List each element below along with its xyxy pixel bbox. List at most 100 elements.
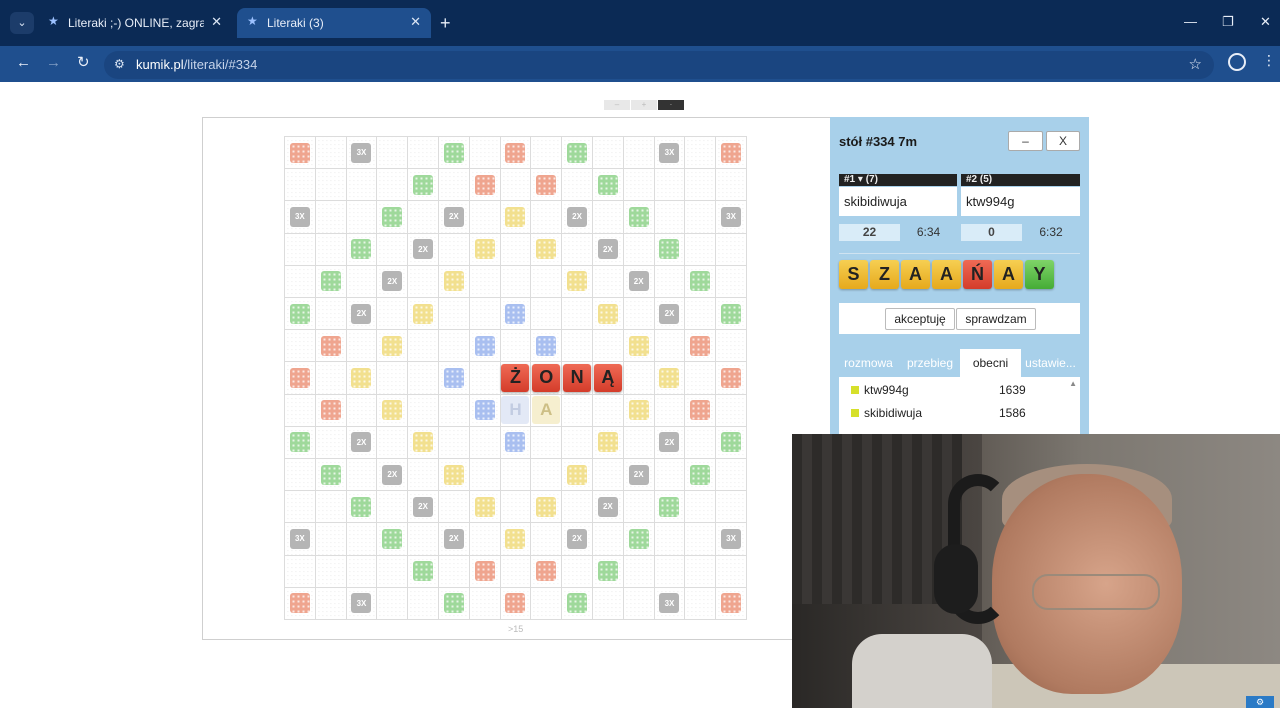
board-cell[interactable]: 2X <box>408 233 439 266</box>
board-cell[interactable] <box>315 426 347 459</box>
board-cell[interactable] <box>346 169 378 202</box>
board-cell[interactable] <box>438 555 470 588</box>
rack-tile[interactable]: S <box>839 260 868 289</box>
board-cell[interactable] <box>500 298 532 331</box>
board-cell[interactable] <box>500 587 532 620</box>
board-cell[interactable]: H <box>500 394 532 427</box>
board-cell[interactable] <box>685 394 717 427</box>
board-cell[interactable] <box>654 233 686 266</box>
board-cell[interactable] <box>592 265 624 298</box>
board-cell[interactable] <box>685 491 717 524</box>
board-cell[interactable]: 2X <box>592 491 624 524</box>
board-cell[interactable]: 3X <box>654 587 686 620</box>
board-cell[interactable] <box>500 265 532 298</box>
board-cell[interactable]: 2X <box>377 459 409 492</box>
board-cell[interactable] <box>716 265 747 298</box>
board-cell[interactable] <box>377 555 409 588</box>
board-cell[interactable] <box>377 491 409 524</box>
board-cell[interactable] <box>315 298 347 331</box>
board-cell[interactable] <box>562 233 593 266</box>
board-cell[interactable] <box>531 459 563 492</box>
board-cell[interactable]: 2X <box>623 265 655 298</box>
back-icon[interactable]: ← <box>16 54 31 72</box>
board-cell[interactable] <box>562 330 593 363</box>
board-cell[interactable] <box>716 362 747 395</box>
board-cell[interactable] <box>285 233 316 266</box>
game-board[interactable]: 3X 3X 3X 2X 2X 3X 2X 2X 2X 2X 2X 2X Ż O N Ą H A 2X 2X 2X 2X 2X… <box>284 136 747 620</box>
board-cell[interactable] <box>346 362 378 395</box>
board-cell[interactable] <box>438 169 470 202</box>
board-cell[interactable] <box>500 523 532 556</box>
board-cell[interactable]: 3X <box>716 201 747 234</box>
board-cell[interactable] <box>623 330 655 363</box>
board-cell[interactable] <box>408 137 439 170</box>
board-cell[interactable] <box>285 169 316 202</box>
board-cell[interactable] <box>592 137 624 170</box>
board-cell[interactable]: 3X <box>346 137 378 170</box>
board-cell[interactable] <box>408 394 439 427</box>
maximize-icon[interactable]: ❐ <box>1222 14 1234 30</box>
board-cell[interactable] <box>654 394 686 427</box>
board-cell[interactable] <box>623 233 655 266</box>
board-cell[interactable] <box>685 330 717 363</box>
board-cell[interactable] <box>469 523 501 556</box>
board-cell[interactable] <box>531 265 563 298</box>
zoom-current-button[interactable]: · <box>658 100 684 110</box>
board-cell[interactable] <box>685 555 717 588</box>
board-cell[interactable] <box>654 491 686 524</box>
board-cell[interactable] <box>500 330 532 363</box>
board-cell[interactable] <box>315 169 347 202</box>
check-button[interactable]: sprawdzam <box>956 308 1036 330</box>
board-cell[interactable] <box>469 233 501 266</box>
board-cell[interactable] <box>500 459 532 492</box>
board-cell[interactable] <box>685 298 717 331</box>
scroll-up-icon[interactable]: ▲ <box>1069 379 1077 388</box>
board-cell[interactable] <box>285 298 316 331</box>
board-cell[interactable] <box>408 523 439 556</box>
board-cell[interactable] <box>346 201 378 234</box>
board-cell[interactable] <box>285 362 316 395</box>
rack-tile[interactable]: Y <box>1025 260 1054 289</box>
board-cell[interactable] <box>654 265 686 298</box>
board-cell[interactable] <box>531 169 563 202</box>
rack-tile[interactable]: Ń <box>963 260 992 289</box>
board-cell[interactable] <box>685 201 717 234</box>
board-cell[interactable] <box>592 394 624 427</box>
board-cell[interactable] <box>623 523 655 556</box>
board-cell[interactable] <box>285 394 316 427</box>
profile-icon[interactable] <box>1228 53 1246 71</box>
board-cell[interactable] <box>285 491 316 524</box>
board-cell[interactable] <box>562 298 593 331</box>
board-cell[interactable] <box>500 491 532 524</box>
board-cell[interactable] <box>469 362 501 395</box>
rack-tile[interactable]: A <box>994 260 1023 289</box>
board-cell[interactable] <box>716 169 747 202</box>
board-cell[interactable] <box>562 587 593 620</box>
board-cell[interactable] <box>531 555 563 588</box>
board-cell[interactable] <box>592 555 624 588</box>
board-cell[interactable] <box>531 233 563 266</box>
board-cell[interactable] <box>592 330 624 363</box>
board-cell[interactable] <box>346 491 378 524</box>
board-cell[interactable] <box>315 587 347 620</box>
board-cell[interactable] <box>531 330 563 363</box>
board-cell[interactable] <box>438 362 470 395</box>
board-cell[interactable] <box>531 426 563 459</box>
rack-tile[interactable]: A <box>901 260 930 289</box>
board-cell[interactable] <box>531 491 563 524</box>
tab-present[interactable]: obecni <box>960 349 1021 377</box>
board-cell[interactable] <box>469 265 501 298</box>
board-cell[interactable] <box>654 169 686 202</box>
board-cell[interactable] <box>716 298 747 331</box>
close-window-icon[interactable]: ✕ <box>1260 14 1271 30</box>
board-cell[interactable]: 2X <box>654 298 686 331</box>
board-cell[interactable]: 2X <box>562 523 593 556</box>
board-cell[interactable]: N <box>562 362 593 395</box>
board-cell[interactable] <box>377 137 409 170</box>
board-cell[interactable]: 3X <box>716 523 747 556</box>
board-cell[interactable] <box>531 137 563 170</box>
board-cell[interactable] <box>377 233 409 266</box>
board-cell[interactable] <box>377 426 409 459</box>
board-cell[interactable] <box>562 426 593 459</box>
board-cell[interactable] <box>531 201 563 234</box>
